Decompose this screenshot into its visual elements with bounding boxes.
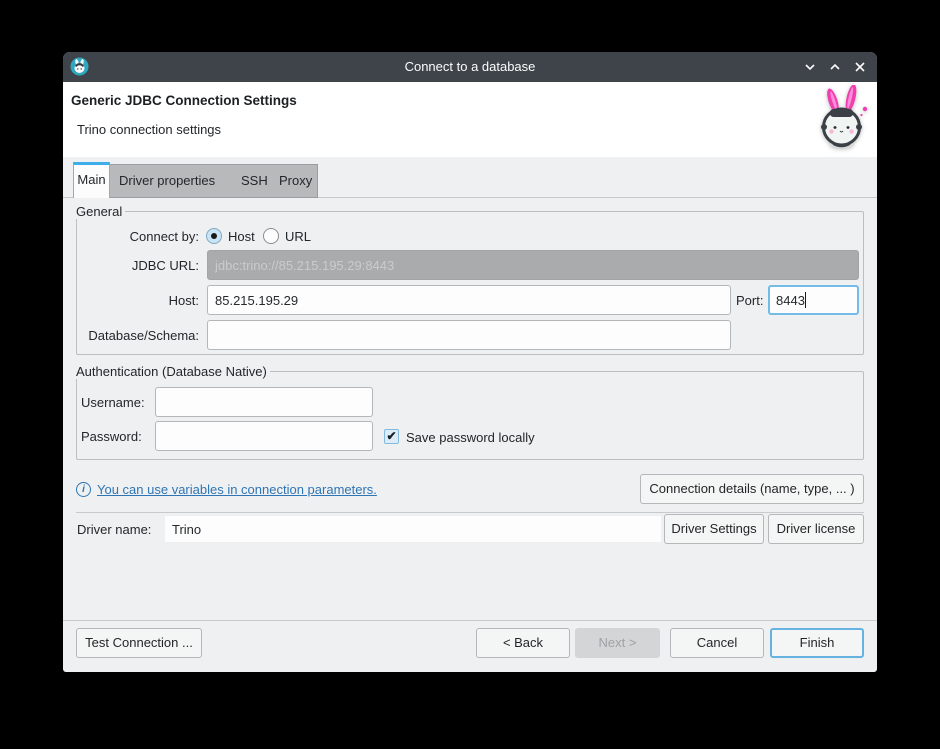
port-label: Port: [736, 293, 763, 308]
tab-ssh[interactable]: SSH [241, 173, 268, 188]
info-icon: i [76, 482, 91, 497]
window-title: Connect to a database [63, 59, 877, 74]
variables-link[interactable]: You can use variables in connection para… [97, 482, 377, 497]
text-caret [805, 292, 806, 308]
password-label: Password: [81, 429, 142, 444]
driver-license-button[interactable]: Driver license [768, 514, 864, 544]
connection-details-button[interactable]: Connection details (name, type, ... ) [640, 474, 864, 504]
page-title: Generic JDBC Connection Settings [71, 93, 297, 108]
connect-by-host-radio-label[interactable]: Host [228, 229, 255, 244]
minimize-icon[interactable] [803, 60, 817, 74]
connect-dialog: Connect to a database Generic JDBC Conne… [63, 52, 877, 672]
maximize-icon[interactable] [828, 60, 842, 74]
page-subtitle: Trino connection settings [77, 122, 221, 137]
close-icon[interactable] [853, 60, 867, 74]
finish-button[interactable]: Finish [770, 628, 864, 658]
back-button[interactable]: < Back [476, 628, 570, 658]
connect-by-label: Connect by: [76, 229, 199, 244]
username-label: Username: [81, 395, 145, 410]
tab-driver-properties[interactable]: Driver properties [119, 173, 215, 188]
tab-strip: Driver properties SSH Proxy [109, 164, 318, 198]
dialog-header: Generic JDBC Connection Settings Trino c… [63, 82, 877, 157]
port-input[interactable] [768, 285, 859, 315]
connect-by-url-radio[interactable] [263, 228, 279, 244]
password-input[interactable] [155, 421, 373, 451]
database-schema-label: Database/Schema: [76, 328, 199, 343]
cancel-button[interactable]: Cancel [670, 628, 764, 658]
general-group-legend: General [73, 204, 125, 219]
next-button: Next > [575, 628, 660, 658]
driver-settings-button[interactable]: Driver Settings [664, 514, 764, 544]
host-label: Host: [76, 293, 199, 308]
tab-main[interactable]: Main [73, 162, 110, 198]
save-password-label[interactable]: Save password locally [406, 430, 535, 445]
database-schema-input[interactable] [207, 320, 731, 350]
driver-name-label: Driver name: [77, 522, 151, 537]
tab-proxy[interactable]: Proxy [279, 173, 312, 188]
driver-separator [76, 512, 864, 513]
driver-name-field[interactable] [165, 516, 661, 542]
host-input[interactable] [207, 285, 731, 315]
port-field-wrap [768, 285, 859, 315]
checkmark-icon: ✔ [386, 429, 396, 443]
save-password-checkbox[interactable]: ✔ [384, 429, 399, 444]
connect-by-url-radio-label[interactable]: URL [285, 229, 311, 244]
auth-group-legend: Authentication (Database Native) [73, 364, 270, 379]
jdbc-url-input [207, 250, 859, 280]
titlebar[interactable]: Connect to a database [63, 52, 877, 82]
connect-by-host-radio[interactable] [206, 228, 222, 244]
test-connection-button[interactable]: Test Connection ... [76, 628, 202, 658]
bottom-separator [63, 620, 877, 621]
username-input[interactable] [155, 387, 373, 417]
trino-bunny-logo-icon [810, 85, 874, 158]
jdbc-url-label: JDBC URL: [76, 258, 199, 273]
